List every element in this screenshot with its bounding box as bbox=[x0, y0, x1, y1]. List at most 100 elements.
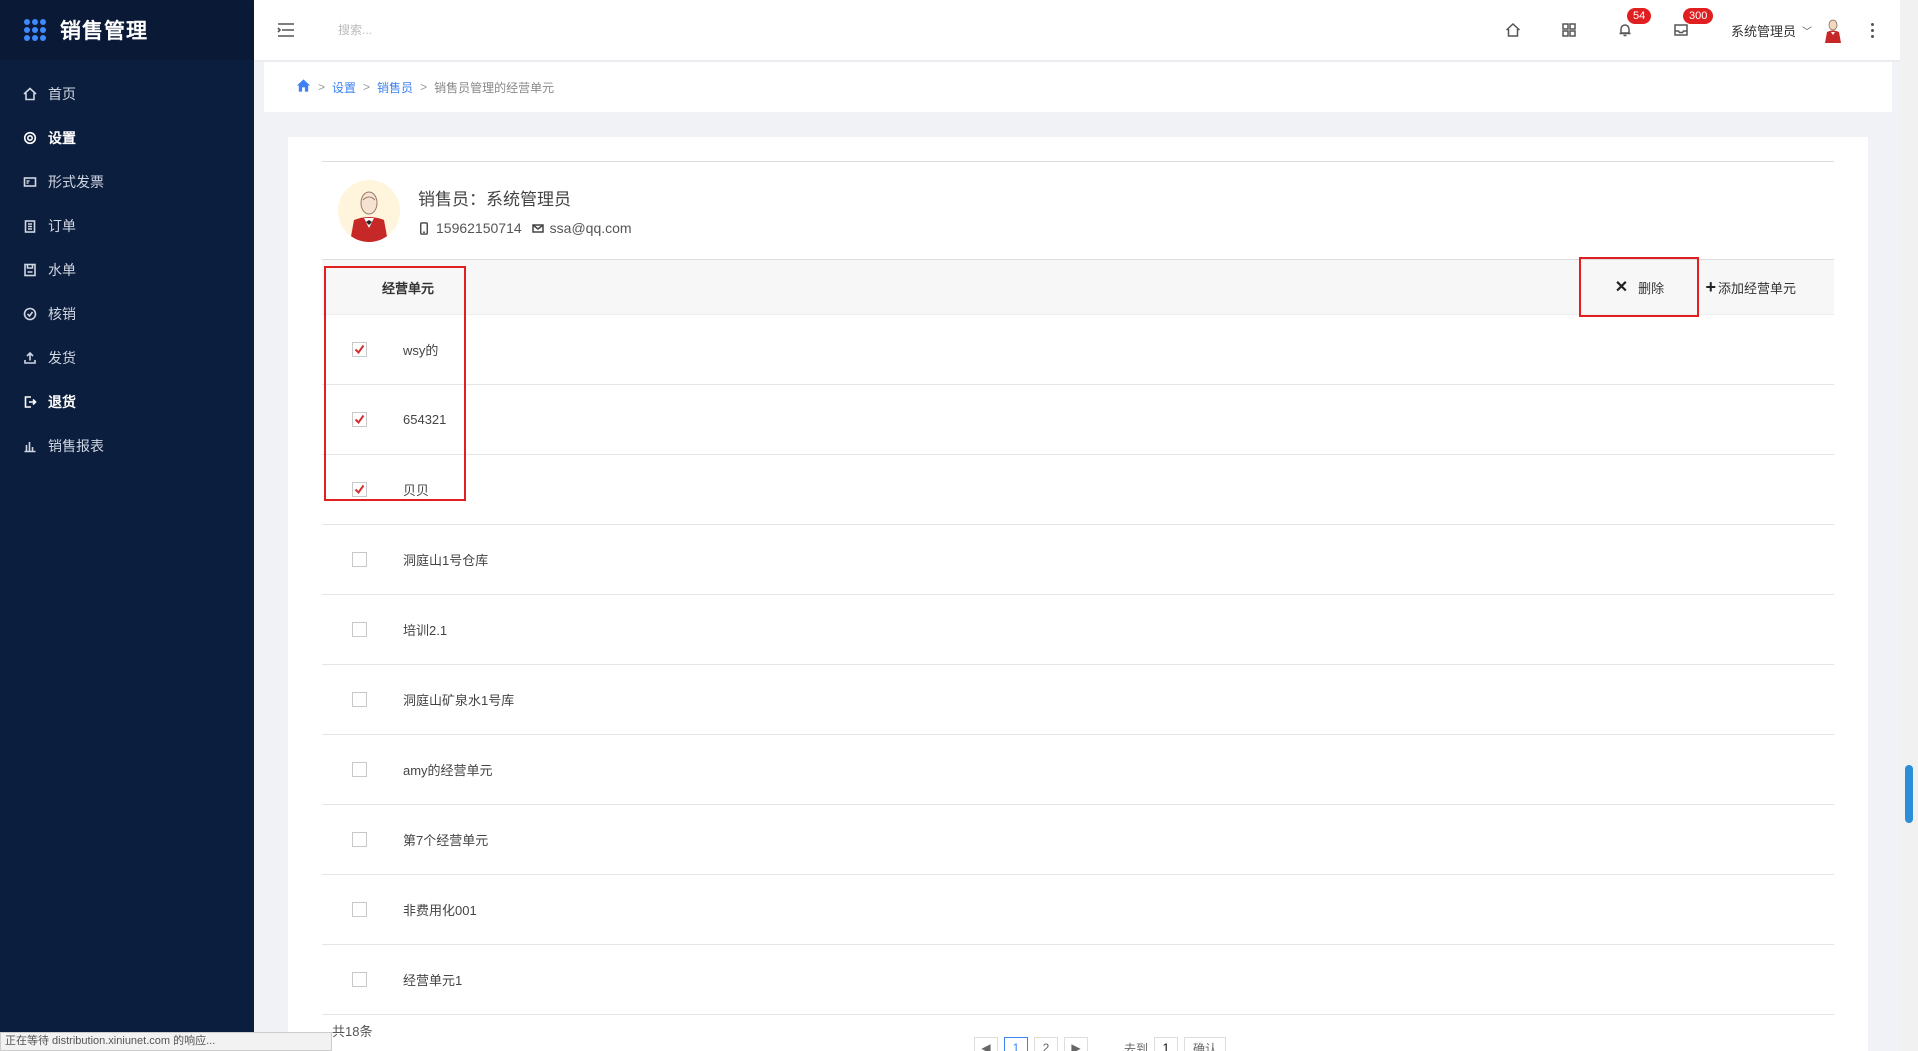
profile-phone: 15962150714 bbox=[436, 220, 522, 236]
breadcrumb: > 设置 > 销售员 > 销售员管理的经营单元 bbox=[264, 62, 1892, 112]
column-header-business-unit: 经营单元 bbox=[382, 280, 435, 296]
notification-badge: 54 bbox=[1626, 8, 1652, 24]
business-unit-name: 非费用化001 bbox=[403, 903, 477, 918]
row-checkbox[interactable] bbox=[352, 552, 367, 567]
plus-icon: + bbox=[1705, 276, 1716, 297]
salesperson-profile: 销售员：系统管理员 15962150714 ssa@qq.com bbox=[322, 162, 1834, 260]
sidebar-item-water-bill[interactable]: 水单 bbox=[0, 248, 254, 292]
breadcrumb-separator: > bbox=[318, 80, 326, 94]
sidebar-item-home[interactable]: 首页 bbox=[0, 72, 254, 116]
browser-status-bar: 正在等待 distribution.xiniunet.com 的响应... bbox=[0, 1032, 332, 1051]
mail-icon bbox=[531, 223, 544, 233]
header-actions: 54 300 系统管理员 ﹀ bbox=[1485, 0, 1900, 60]
bell-icon bbox=[1619, 24, 1631, 37]
business-unit-name: amy的经营单元 bbox=[403, 763, 493, 778]
business-unit-list: wsy的 654321 贝贝 洞庭山1号仓库 培训2.1 洞庭山矿泉水1号库 a… bbox=[322, 315, 1834, 1015]
search-input[interactable] bbox=[338, 23, 638, 37]
home-button[interactable] bbox=[1485, 0, 1541, 60]
table-row: 洞庭山1号仓库 bbox=[322, 525, 1834, 595]
prev-page-button[interactable]: ◀ bbox=[974, 1037, 998, 1051]
sidebar-item-proforma-invoice[interactable]: 形式发票 bbox=[0, 160, 254, 204]
messages-button[interactable]: 300 bbox=[1653, 0, 1714, 60]
apps-grid-icon bbox=[24, 19, 46, 41]
business-unit-name: wsy的 bbox=[403, 343, 439, 358]
apps-button[interactable] bbox=[1541, 0, 1597, 60]
business-unit-name: 第7个经营单元 bbox=[403, 833, 489, 848]
chevron-down-icon: ﹀ bbox=[1802, 26, 1812, 38]
sidebar-item-label: 核销 bbox=[48, 306, 76, 322]
message-icon bbox=[1674, 24, 1688, 36]
more-options-icon[interactable] bbox=[1844, 0, 1900, 60]
business-unit-name: 洞庭山1号仓库 bbox=[403, 553, 489, 568]
breadcrumb-separator: > bbox=[363, 80, 371, 94]
delete-label: 删除 bbox=[1638, 280, 1665, 296]
sidebar-item-label: 销售报表 bbox=[48, 438, 104, 454]
sidebar-item-label: 水单 bbox=[48, 262, 76, 278]
table-row: 第7个经营单元 bbox=[322, 805, 1834, 875]
sidebar-item-label: 首页 bbox=[48, 86, 76, 102]
profile-name: 销售员：系统管理员 bbox=[418, 190, 571, 209]
close-icon: ✕ bbox=[1614, 279, 1629, 296]
row-checkbox[interactable] bbox=[352, 342, 367, 357]
next-page-button[interactable]: ▶ bbox=[1064, 1037, 1088, 1051]
row-checkbox[interactable] bbox=[352, 832, 367, 847]
sidebar-item-shipping[interactable]: 发货 bbox=[0, 336, 254, 380]
message-badge: 300 bbox=[1682, 8, 1714, 24]
app-title: 销售管理 bbox=[60, 20, 148, 43]
sidebar-item-returns[interactable]: 退货 bbox=[0, 380, 254, 424]
table-row: 654321 bbox=[322, 385, 1834, 455]
business-unit-name: 培训2.1 bbox=[403, 623, 448, 638]
table-header: 经营单元 ✕ 删除 + 添加经营单元 bbox=[322, 257, 1834, 317]
table-row: amy的经营单元 bbox=[322, 735, 1834, 805]
user-name: 系统管理员 bbox=[1730, 23, 1796, 39]
row-checkbox[interactable] bbox=[352, 622, 367, 637]
save-icon bbox=[22, 262, 38, 278]
home-icon bbox=[1505, 22, 1520, 37]
sidebar-item-writeoff[interactable]: 核销 bbox=[0, 292, 254, 336]
phone-icon bbox=[420, 221, 428, 235]
total-count: 共18条 bbox=[332, 1023, 373, 1039]
add-label: 添加经营单元 bbox=[1717, 280, 1796, 296]
menu-toggle-icon[interactable] bbox=[276, 20, 296, 40]
check-icon bbox=[354, 484, 365, 495]
row-checkbox[interactable] bbox=[352, 972, 367, 987]
home-icon[interactable] bbox=[296, 78, 311, 96]
table-row: 贝贝 bbox=[322, 455, 1834, 525]
sidebar-item-orders[interactable]: 订单 bbox=[0, 204, 254, 248]
user-menu[interactable]: 系统管理员 ﹀ bbox=[1731, 17, 1844, 43]
home-icon bbox=[22, 86, 38, 102]
notifications-button[interactable]: 54 bbox=[1597, 0, 1653, 60]
top-header: 54 300 系统管理员 ﹀ bbox=[254, 0, 1900, 60]
sidebar-item-sales-report[interactable]: 销售报表 bbox=[0, 424, 254, 468]
goto-label: 去到 bbox=[1124, 1041, 1149, 1051]
page-button-1[interactable]: 1 bbox=[1004, 1037, 1028, 1051]
row-checkbox[interactable] bbox=[352, 482, 367, 497]
row-checkbox[interactable] bbox=[352, 692, 367, 707]
business-unit-name: 经营单元1 bbox=[403, 973, 463, 988]
table-row: 洞庭山矿泉水1号库 bbox=[322, 665, 1834, 735]
scrollbar-thumb[interactable] bbox=[1905, 765, 1913, 823]
row-checkbox[interactable] bbox=[352, 412, 367, 427]
table-row: 经营单元1 bbox=[322, 945, 1834, 1015]
sidebar-item-settings[interactable]: 设置 bbox=[0, 116, 254, 160]
sidebar: 销售管理 首页 设置 形式发票 订单 水单 核销 发货 退货 销售报表 bbox=[0, 0, 254, 1051]
business-unit-name: 贝贝 bbox=[403, 483, 430, 498]
goto-page-input[interactable] bbox=[1154, 1037, 1179, 1051]
row-checkbox[interactable] bbox=[352, 902, 367, 917]
profile-info: 销售员：系统管理员 15962150714 ssa@qq.com bbox=[418, 185, 632, 236]
row-checkbox[interactable] bbox=[352, 762, 367, 777]
delete-button[interactable]: ✕ 删除 bbox=[1579, 257, 1700, 317]
upload-icon bbox=[22, 350, 38, 366]
breadcrumb-settings[interactable]: 设置 bbox=[332, 79, 356, 96]
confirm-page-button[interactable]: 确认 bbox=[1184, 1037, 1227, 1051]
table-row: 培训2.1 bbox=[322, 595, 1834, 665]
sidebar-item-label: 设置 bbox=[48, 130, 76, 146]
breadcrumb-salesperson[interactable]: 销售员 bbox=[377, 79, 413, 96]
page-button-2[interactable]: 2 bbox=[1034, 1037, 1058, 1051]
add-business-unit-button[interactable]: + 添加经营单元 bbox=[1705, 277, 1796, 298]
sidebar-item-label: 订单 bbox=[48, 218, 76, 234]
page-scrollbar[interactable] bbox=[1900, 0, 1918, 1051]
brand[interactable]: 销售管理 bbox=[0, 0, 254, 60]
profile-contact: 15962150714 ssa@qq.com bbox=[418, 220, 632, 236]
invoice-icon bbox=[22, 174, 38, 190]
